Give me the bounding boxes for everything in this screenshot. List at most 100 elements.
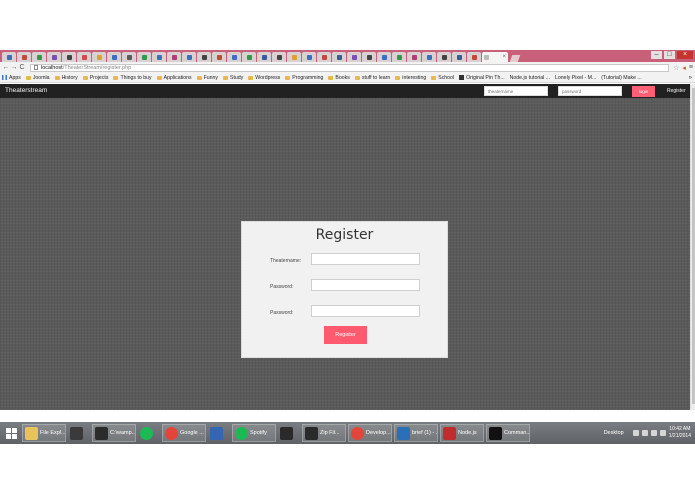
browser-tab[interactable] [407, 52, 421, 62]
volume-icon[interactable] [650, 430, 657, 436]
browser-tab[interactable] [302, 52, 316, 62]
browser-tab[interactable] [122, 52, 136, 62]
bookmark-item[interactable]: Lonely Pixel - M... [555, 75, 596, 81]
taskbar-item[interactable]: Node.js [440, 424, 484, 442]
bookmark-item[interactable]: Apps [2, 75, 21, 81]
browser-tab[interactable] [287, 52, 301, 62]
browser-tab[interactable] [467, 52, 481, 62]
clock[interactable]: 10:42 AM 1/21/2014 [669, 426, 691, 440]
bookmark-item[interactable]: Original Pin Th... [459, 75, 505, 81]
maximize-button[interactable]: □ [664, 51, 675, 59]
theatername-input[interactable] [311, 253, 420, 265]
login-button[interactable]: login [632, 86, 655, 97]
desktop-toolbar[interactable]: Desktop [604, 430, 624, 436]
password-confirm-input[interactable] [311, 305, 420, 317]
app-icon [351, 426, 364, 440]
taskbar-item-label: Zip Fil... [320, 430, 340, 436]
browser-tab[interactable] [437, 52, 451, 62]
bookmark-item[interactable]: (Tutorial) Make ... [601, 75, 641, 81]
browser-tab[interactable] [182, 52, 196, 62]
taskbar-item[interactable]: File Expl... [22, 424, 66, 442]
taskbar-item[interactable]: Spotify [232, 424, 276, 442]
browser-tab[interactable] [62, 52, 76, 62]
taskbar-item[interactable]: brief (1) - ... [394, 424, 438, 442]
browser-tab[interactable] [92, 52, 106, 62]
register-submit-button[interactable]: Register [324, 326, 367, 344]
reload-button[interactable]: C [18, 62, 26, 73]
password-input[interactable] [311, 279, 420, 291]
browser-tab[interactable] [47, 52, 61, 62]
browser-tab[interactable] [2, 52, 16, 62]
bookmark-item[interactable]: Study [223, 75, 243, 81]
minimize-button[interactable]: – [651, 51, 662, 59]
bookmark-item[interactable]: School [431, 75, 454, 81]
bookmark-item[interactable]: Node.js tutorial ... [510, 75, 550, 81]
bookmark-item[interactable]: Books [328, 75, 350, 81]
password-confirm-label: Password: [270, 310, 294, 316]
browser-tab[interactable] [362, 52, 376, 62]
bookmark-item[interactable]: Projects [82, 75, 108, 81]
browser-tab[interactable] [242, 52, 256, 62]
browser-tab[interactable] [422, 52, 436, 62]
taskbar-item[interactable]: Google ... [162, 424, 206, 442]
folder-icon [113, 75, 119, 80]
browser-tab-active[interactable]: × [482, 52, 508, 62]
browser-tab[interactable] [17, 52, 31, 62]
browser-tab[interactable] [167, 52, 181, 62]
menu-icon[interactable]: ≡ [689, 64, 693, 72]
bookmark-item[interactable]: Joomla [25, 75, 50, 81]
extension-icon[interactable]: ◂ [682, 64, 686, 72]
app-icon [305, 426, 318, 440]
taskbar-item[interactable] [208, 424, 230, 442]
browser-tab[interactable] [197, 52, 211, 62]
nav-password-input[interactable] [558, 86, 622, 96]
bookmark-item[interactable]: Applications [156, 75, 192, 81]
bookmark-item[interactable]: interesting [395, 75, 426, 81]
close-tab-icon[interactable]: × [502, 54, 506, 60]
browser-tab[interactable] [347, 52, 361, 62]
bookmark-item[interactable]: stuff to learn [354, 75, 390, 81]
taskbar-item[interactable]: Develop... [348, 424, 392, 442]
taskbar-item[interactable] [278, 424, 300, 442]
browser-tab[interactable] [227, 52, 241, 62]
flag-icon[interactable] [659, 430, 666, 436]
new-tab-button[interactable] [509, 55, 521, 62]
site-brand[interactable]: Theaterstream [5, 84, 47, 98]
browser-tab[interactable] [332, 52, 346, 62]
browser-tab[interactable] [212, 52, 226, 62]
taskbar-item[interactable] [68, 424, 90, 442]
browser-tab[interactable] [257, 52, 271, 62]
close-window-button[interactable]: × [677, 51, 693, 59]
browser-tab[interactable] [107, 52, 121, 62]
start-button[interactable] [0, 422, 22, 444]
taskbar-item[interactable] [138, 424, 160, 442]
bookmark-item[interactable]: Programming [285, 75, 323, 81]
address-bar[interactable]: localhost /TheaterStream/register.php [30, 63, 670, 72]
page-scrollbar[interactable] [690, 84, 695, 410]
taskbar-item[interactable]: Zip Fil... [302, 424, 346, 442]
bookmark-item[interactable]: Wordpress [248, 75, 280, 81]
browser-tab[interactable] [152, 52, 166, 62]
back-button[interactable]: ← [2, 62, 10, 73]
bookmark-item[interactable]: History [54, 75, 78, 81]
network-icon[interactable] [641, 430, 648, 436]
browser-tab[interactable] [272, 52, 286, 62]
nav-theatername-input[interactable] [484, 86, 548, 96]
browser-tab[interactable] [377, 52, 391, 62]
bookmark-star-icon[interactable]: ☆ [673, 64, 679, 72]
browser-tab[interactable] [137, 52, 151, 62]
taskbar-item[interactable]: C:\wamp... [92, 424, 136, 442]
nav-register-link[interactable]: Register [667, 84, 686, 98]
browser-tab[interactable] [392, 52, 406, 62]
taskbar-item[interactable]: Comman... [486, 424, 530, 442]
app-icon [210, 426, 223, 440]
forward-button[interactable]: → [10, 62, 18, 73]
bookmarks-more[interactable]: » [689, 73, 692, 82]
browser-tab[interactable] [77, 52, 91, 62]
bookmark-item[interactable]: Funny [196, 75, 218, 81]
keyboard-icon[interactable] [632, 430, 639, 436]
bookmark-item[interactable]: Things to buy [113, 75, 152, 81]
browser-tab[interactable] [452, 52, 466, 62]
browser-tab[interactable] [317, 52, 331, 62]
browser-tab[interactable] [32, 52, 46, 62]
